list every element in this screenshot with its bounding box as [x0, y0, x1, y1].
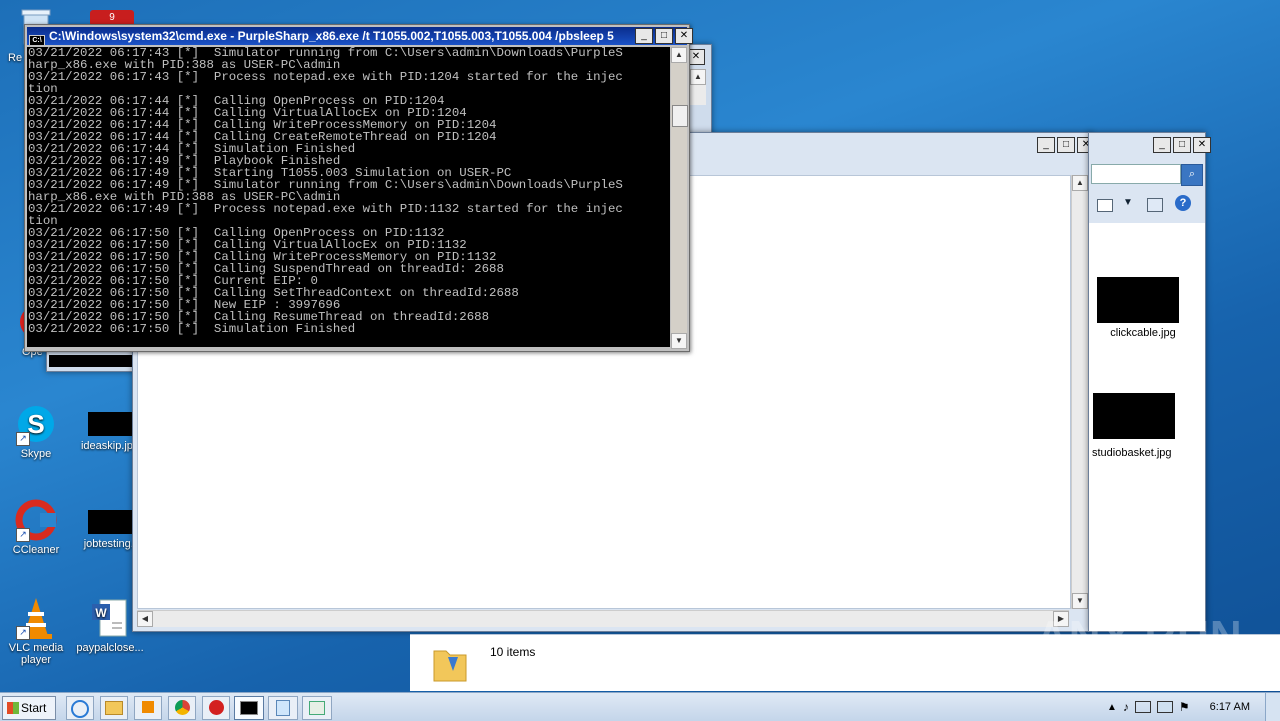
item-count: 10 items	[490, 645, 536, 659]
cmd-window[interactable]: C:\ C:\Windows\system32\cmd.exe - PurpleS…	[24, 24, 693, 352]
help-icon[interactable]: ?	[1175, 195, 1191, 211]
minimize-button[interactable]: _	[635, 28, 653, 44]
taskbar: Start ▲ ♪ ⚑ 6:17 AM	[0, 692, 1280, 721]
desktop-icon-vlc[interactable]: ↗ VLC media player	[0, 596, 72, 666]
scroll-down-icon[interactable]: ▼	[1072, 593, 1088, 609]
internet-explorer-icon	[71, 700, 89, 718]
taskbar-explorer[interactable]	[100, 696, 128, 720]
file-item[interactable]: clickcable.jpg	[1093, 277, 1193, 339]
desktop-icon-ccleaner[interactable]: ↗ CCleaner	[0, 498, 72, 556]
maximize-button[interactable]: □	[655, 28, 673, 44]
search-button[interactable]: ⌕	[1181, 164, 1203, 186]
image-thumbnail	[88, 412, 132, 436]
console-output[interactable]: 03/21/2022 06:17:43 [*] Simulator runnin…	[27, 47, 670, 347]
system-tray: ▲ ♪ ⚑ 6:17 AM	[1107, 693, 1280, 721]
scroll-up-icon[interactable]: ▲	[1072, 175, 1088, 191]
close-button[interactable]: ✕	[1193, 137, 1211, 153]
file-pane: clickcable.jpg studiobasket.jpg	[1089, 223, 1205, 631]
desktop-icon-label: Skype	[20, 448, 52, 460]
folder-icon	[432, 643, 468, 686]
scroll-thumb[interactable]	[672, 105, 688, 127]
media-player-icon	[142, 701, 154, 713]
show-desktop-button[interactable]	[1265, 693, 1280, 721]
cmd-title: C:\Windows\system32\cmd.exe - PurpleShar…	[49, 29, 614, 43]
taskbar-window[interactable]	[302, 696, 332, 720]
minimize-button[interactable]: _	[1153, 137, 1171, 153]
display-icon[interactable]	[1156, 701, 1173, 713]
opera-icon	[208, 700, 224, 715]
cmd-icon	[240, 701, 258, 715]
chevron-up-icon[interactable]: ▲	[1107, 702, 1117, 713]
taskbar-cmd[interactable]	[234, 696, 264, 720]
notepad-icon	[276, 700, 290, 716]
file-label: clickcable.jpg	[1110, 327, 1176, 339]
cmd-window-icon: C:\	[29, 35, 45, 45]
folder-icon	[105, 701, 123, 715]
horizontal-scrollbar[interactable]: ◀ ▶	[137, 610, 1069, 627]
scrollbar[interactable]: ▲	[689, 69, 706, 105]
start-button[interactable]: Start	[2, 696, 56, 720]
volume-icon[interactable]: ♪	[1123, 700, 1129, 714]
network-icon[interactable]	[1134, 701, 1151, 713]
taskbar-ie[interactable]	[66, 696, 94, 720]
svg-text:W: W	[95, 606, 107, 620]
taskbar-opera[interactable]	[202, 696, 230, 720]
file-label: studiobasket.jpg	[1092, 447, 1172, 459]
image-thumbnail	[88, 510, 132, 534]
cmd-scrollbar[interactable]: ▲ ▼	[671, 47, 688, 349]
taskbar-chrome[interactable]	[168, 696, 196, 720]
watermark: ANY RUN	[1036, 612, 1243, 661]
ccleaner-icon: ↗	[14, 498, 58, 542]
console-line: 03/21/2022 06:17:49 [*] Process notepad.…	[28, 202, 623, 216]
file-item[interactable]: studiobasket.jpg	[1089, 393, 1201, 459]
close-button[interactable]: ✕	[675, 28, 693, 44]
shortcut-arrow-icon: ↗	[16, 432, 30, 446]
image-thumbnail	[1097, 277, 1179, 323]
image-thumbnail	[1093, 393, 1175, 439]
skype-icon: S ↗	[14, 402, 58, 446]
start-label: Start	[21, 701, 47, 715]
flag-icon[interactable]: ⚑	[1179, 700, 1190, 714]
desktop-icon-label: paypalclose...	[76, 642, 144, 654]
vertical-scrollbar[interactable]: ▲ ▼	[1071, 175, 1088, 609]
desktop-icon-label: CCleaner	[12, 544, 60, 556]
windows-logo-icon	[7, 702, 19, 714]
word-document-icon: W	[88, 596, 132, 640]
maximize-button[interactable]: □	[1173, 137, 1191, 153]
view-options-toolbar: ▼ ?	[1091, 193, 1201, 219]
vlc-cone-icon: ↗	[14, 596, 58, 640]
cmd-titlebar[interactable]: C:\ C:\Windows\system32\cmd.exe - PurpleS…	[27, 27, 687, 45]
scroll-left-icon[interactable]: ◀	[137, 611, 153, 627]
chrome-icon	[174, 700, 190, 715]
search-icon: ⌕	[1188, 168, 1196, 180]
maximize-button[interactable]: □	[1057, 137, 1075, 153]
window-body	[49, 355, 133, 367]
desktop-icon-skype[interactable]: S ↗ Skype	[0, 402, 72, 460]
scroll-down-icon[interactable]: ▼	[671, 333, 687, 349]
search-input[interactable]	[1091, 164, 1181, 184]
console-line: 03/21/2022 06:17:43 [*] Process notepad.…	[28, 70, 623, 84]
minimize-button[interactable]: _	[1037, 137, 1055, 153]
shortcut-arrow-icon: ↗	[16, 528, 30, 542]
clock[interactable]: 6:17 AM	[1210, 701, 1250, 713]
desktop-icon-label: VLC media player	[8, 642, 64, 666]
scroll-up-icon[interactable]: ▲	[690, 69, 706, 85]
taskbar-notepad[interactable]	[268, 696, 298, 720]
preview-pane-icon[interactable]	[1147, 198, 1163, 212]
chevron-down-icon[interactable]: ▼	[1123, 197, 1133, 208]
console-line: 03/21/2022 06:17:50 [*] Simulation Finis…	[28, 322, 356, 336]
window-icon	[309, 701, 325, 715]
change-view-icon[interactable]	[1097, 199, 1113, 212]
explorer-window-right[interactable]: _ □ ✕ ⌕ ▼ ? clickcable.jpg studiobasket.…	[1088, 132, 1211, 632]
taskbar-media[interactable]	[134, 696, 162, 720]
shortcut-arrow-icon: ↗	[16, 626, 30, 640]
scroll-up-icon[interactable]: ▲	[671, 47, 687, 63]
